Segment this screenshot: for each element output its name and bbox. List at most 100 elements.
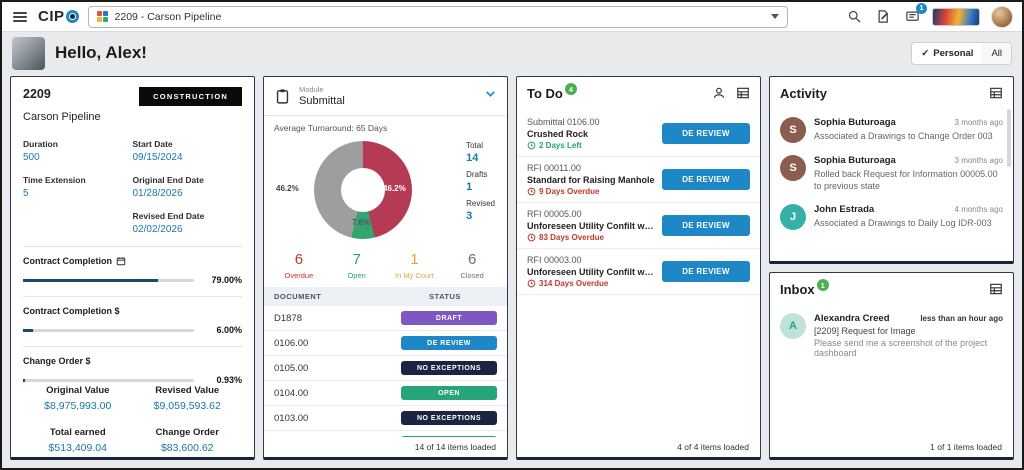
logo-o-icon — [65, 10, 79, 23]
personal-toggle[interactable]: ✓ Personal — [912, 42, 983, 64]
donut-label-overdue: 46.2% — [383, 184, 406, 193]
personal-label: Personal — [933, 47, 974, 59]
search-icon — [848, 10, 861, 23]
contract-completion-dollar-progress: Contract Completion $ 6.00% — [23, 296, 242, 335]
avatar: A — [780, 313, 806, 339]
todo-item[interactable]: RFI 00005.00 Unforeseen Utility Confilt … — [517, 203, 760, 249]
todo-card: To Do 4 Submittal 0106.00 Crushed Rock 2… — [516, 76, 761, 460]
assignee-filter-icon[interactable] — [712, 86, 726, 105]
app-window: CIP 2209 - Carson Pipeline 1 Hello, Alex… — [0, 0, 1024, 470]
status-badge: NO EXCEPTIONS — [401, 361, 497, 375]
topbar: CIP 2209 - Carson Pipeline 1 — [2, 2, 1022, 32]
stat-in-my-court: 1 In My Court — [394, 251, 434, 280]
start-date-field: Start Date 09/15/2024 — [132, 139, 183, 163]
table-view-icon[interactable] — [736, 86, 750, 105]
activity-item[interactable]: J John Estrada 4 months ago Associated a… — [770, 198, 1013, 236]
clipboard-icon — [276, 88, 289, 104]
edit-document-button[interactable] — [874, 8, 892, 26]
module-selector[interactable]: Module Submittal — [264, 77, 507, 116]
table-row[interactable]: 0103.00 NO EXCEPTIONS — [264, 406, 507, 431]
scrollbar[interactable] — [1007, 109, 1011, 167]
stat-overdue: 6 Overdue — [284, 251, 314, 280]
time-extension-field: Time Extension 5 — [23, 175, 86, 199]
todo-item[interactable]: RFI 00011.00 Standard for Raising Manhol… — [517, 157, 760, 203]
clock-icon — [527, 233, 536, 242]
clock-icon — [527, 187, 536, 196]
project-number: 2209 — [23, 87, 51, 101]
activity-item[interactable]: S Sophia Buturoaga 3 months ago Associat… — [770, 111, 1013, 149]
chevron-down-icon — [770, 14, 779, 19]
duration-field: Duration 500 — [23, 139, 58, 163]
project-selector[interactable]: 2209 - Carson Pipeline — [87, 5, 788, 28]
progress-percent: 79.00% — [211, 275, 242, 285]
activity-item[interactable]: S Sophia Buturoaga 3 months ago Rolled b… — [770, 149, 1013, 198]
submittal-table: DOCUMENT STATUS D1878 DRAFT 0106.00 DE R… — [264, 287, 507, 457]
table-view-icon[interactable] — [989, 282, 1003, 301]
clock-icon — [527, 279, 536, 288]
logo-text: CIP — [38, 8, 65, 25]
de-review-button[interactable]: DE REVIEW — [662, 261, 750, 282]
edit-document-icon — [878, 10, 888, 23]
scope-toggle: ✓ Personal All — [911, 41, 1012, 65]
progress-track — [23, 278, 194, 282]
items-loaded-footer: 4 of 4 items loaded — [518, 437, 759, 457]
module-card: Module Submittal Average Turnaround: 65 … — [263, 76, 508, 460]
table-row[interactable]: 0106.00 DE REVIEW — [264, 331, 507, 356]
inbox-title: Inbox — [780, 282, 815, 297]
stat-closed: 6 Closed — [460, 251, 484, 280]
table-row[interactable]: D1878 DRAFT — [264, 306, 507, 331]
inbox-item[interactable]: A Alexandra Creed less than an hour ago … — [770, 307, 1013, 364]
module-grid-icon — [96, 11, 108, 22]
donut-label-closed: 46.2% — [276, 184, 299, 193]
activity-card: Activity S Sophia Buturoaga 3 months ago — [769, 76, 1014, 264]
table-header: DOCUMENT STATUS — [264, 287, 507, 306]
todo-item[interactable]: RFI 00003.00 Unforeseen Utility Confilt … — [517, 249, 760, 295]
module-label: Module — [299, 85, 324, 94]
progress-track — [23, 328, 194, 332]
project-dates: Duration 500 Time Extension 5 Start Date… — [23, 139, 242, 235]
notifications-button[interactable]: 1 — [903, 2, 927, 26]
user-avatar[interactable] — [991, 5, 1013, 28]
progress-fill — [23, 278, 159, 282]
original-end-date-field: Original End Date 01/28/2026 — [132, 175, 204, 199]
greeting-title: Hello, Alex! — [55, 43, 147, 62]
status-badge: NO EXCEPTIONS — [401, 411, 497, 425]
items-loaded-footer: 1 of 1 items loaded — [771, 437, 1012, 457]
avatar: J — [780, 204, 806, 231]
check-icon: ✓ — [921, 47, 930, 59]
hamburger-menu-icon[interactable] — [11, 8, 29, 26]
search-button[interactable] — [845, 8, 863, 26]
table-view-icon[interactable] — [989, 86, 1003, 105]
all-toggle[interactable]: All — [982, 42, 1011, 64]
progress-fill — [23, 328, 34, 332]
todo-item[interactable]: Submittal 0106.00 Crushed Rock 2 Days Le… — [517, 111, 760, 157]
notification-badge: 1 — [916, 2, 927, 14]
de-review-button[interactable]: DE REVIEW — [662, 215, 750, 236]
table-row[interactable]: 0104.00 OPEN — [264, 381, 507, 406]
progress-percent: 6.00% — [216, 325, 242, 335]
change-order-value-field: Change Order $83,600.62 — [155, 427, 219, 454]
de-review-button[interactable]: DE REVIEW — [662, 169, 750, 190]
avatar: S — [780, 155, 806, 181]
promo-banner[interactable] — [932, 7, 980, 26]
status-badge: DE REVIEW — [401, 336, 497, 350]
todo-title: To Do — [527, 86, 563, 101]
stat-open: 7 Open — [347, 251, 366, 280]
status-badge: DRAFT — [401, 311, 497, 325]
profile-photo — [12, 36, 45, 70]
chevron-down-icon[interactable] — [484, 87, 497, 105]
revised-value-field: Revised Value $9,059,593.62 — [153, 385, 221, 412]
progress-track — [23, 378, 194, 382]
topbar-actions: 1 — [845, 2, 1013, 28]
all-label: All — [991, 47, 1002, 59]
inbox-count-badge: 1 — [816, 279, 829, 291]
table-row[interactable]: 0105.00 NO EXCEPTIONS — [264, 356, 507, 381]
de-review-button[interactable]: DE REVIEW — [662, 123, 750, 144]
dashboard-grid: 2209 CONSTRUCTION Carson Pipeline Durati… — [2, 74, 1022, 468]
greeting-bar: Hello, Alex! ✓ Personal All — [2, 32, 1022, 74]
submittal-chart-area: 46.2% 46.2% 7.6% Total 14 Drafts 1 Revis… — [264, 133, 507, 251]
avatar: S — [780, 117, 806, 143]
progress-fill — [23, 378, 25, 382]
module-value: Submittal — [299, 95, 345, 107]
cipo-logo[interactable]: CIP — [38, 8, 79, 25]
